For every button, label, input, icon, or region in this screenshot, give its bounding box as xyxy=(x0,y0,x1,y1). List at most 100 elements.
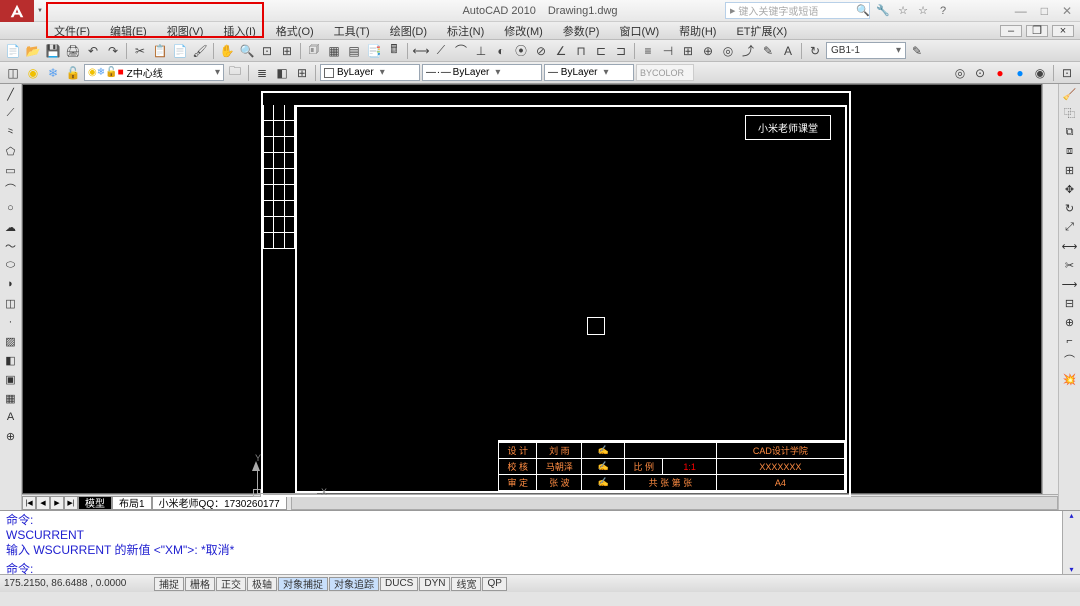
dim-arc-icon[interactable]: ⌒ xyxy=(452,42,470,60)
join-icon[interactable]: ⊕ xyxy=(1062,314,1078,330)
cmd-scrollbar[interactable]: ▴▾ xyxy=(1062,511,1080,574)
toggle-polar[interactable]: 极轴 xyxy=(247,577,277,591)
move-icon[interactable]: ✥ xyxy=(1062,181,1078,197)
minimize-button[interactable]: — xyxy=(1015,4,1027,18)
favorites-icon[interactable]: ☆ xyxy=(916,4,930,18)
dim-jogline-icon[interactable]: ⤴ xyxy=(739,42,757,60)
dim-style-icon[interactable]: ✎ xyxy=(908,42,926,60)
spline-icon[interactable]: 〜 xyxy=(3,238,19,254)
fillet-icon[interactable]: ⌒ xyxy=(1062,352,1078,368)
layer-lock-icon[interactable]: 🔓 xyxy=(64,64,82,82)
erase-icon[interactable]: 🧹 xyxy=(1062,86,1078,102)
menu-format[interactable]: 格式(O) xyxy=(266,23,324,39)
rotate-icon[interactable]: ↻ xyxy=(1062,200,1078,216)
dim-space-icon[interactable]: ≡ xyxy=(639,42,657,60)
addsel-icon[interactable]: ⊕ xyxy=(3,428,19,444)
undo-icon[interactable]: ↶ xyxy=(84,42,102,60)
menu-file[interactable]: 文件(F) xyxy=(44,23,100,39)
copy-icon[interactable]: 📋 xyxy=(151,42,169,60)
toggle-otrack[interactable]: 对象追踪 xyxy=(329,577,379,591)
dim-edit-icon[interactable]: ✎ xyxy=(759,42,777,60)
xline-icon[interactable]: ⟋ xyxy=(3,105,19,121)
toggle-grid[interactable]: 栅格 xyxy=(185,577,215,591)
dim-ang-icon[interactable]: ∠ xyxy=(552,42,570,60)
mtext-icon[interactable]: A xyxy=(3,409,19,425)
dim-linear-icon[interactable]: ⟷ xyxy=(412,42,430,60)
menu-dim[interactable]: 标注(N) xyxy=(437,23,494,39)
toggle-dyn[interactable]: DYN xyxy=(419,577,450,591)
zoom-prev-icon[interactable]: ⊞ xyxy=(278,42,296,60)
ellipsearc-icon[interactable]: ◗ xyxy=(3,276,19,292)
ellipse-icon[interactable]: ⬭ xyxy=(3,257,19,273)
layer-on-icon[interactable]: ◉ xyxy=(24,64,42,82)
toggle-ortho[interactable]: 正交 xyxy=(216,577,246,591)
menu-edit[interactable]: 编辑(E) xyxy=(100,23,157,39)
tab-next-button[interactable]: ▶ xyxy=(50,496,64,510)
render-btn3-icon[interactable]: ● xyxy=(991,64,1009,82)
mdi-minimize-button[interactable]: – xyxy=(1000,25,1022,37)
dim-ord-icon[interactable]: ⊥ xyxy=(472,42,490,60)
dim-update-icon[interactable]: ↻ xyxy=(806,42,824,60)
point-icon[interactable]: · xyxy=(3,314,19,330)
open-icon[interactable]: 📂 xyxy=(24,42,42,60)
menu-window[interactable]: 窗口(W) xyxy=(609,23,669,39)
toggle-osnap[interactable]: 对象捕捉 xyxy=(278,577,328,591)
linetype-selector[interactable]: — · — ByLayer xyxy=(422,64,542,81)
pan-icon[interactable]: ✋ xyxy=(218,42,236,60)
dim-center-icon[interactable]: ⊕ xyxy=(699,42,717,60)
lineweight-selector[interactable]: — ByLayer xyxy=(544,64,634,81)
extend-icon[interactable]: ⟶ xyxy=(1062,276,1078,292)
tab-layout1[interactable]: 布局1 xyxy=(112,496,152,510)
toggle-ducs[interactable]: DUCS xyxy=(380,577,418,591)
layer-merge-icon[interactable]: ⊞ xyxy=(293,64,311,82)
array-icon[interactable]: ⊞ xyxy=(1062,162,1078,178)
menu-draw[interactable]: 绘图(D) xyxy=(380,23,437,39)
help-icon[interactable]: ? xyxy=(936,4,950,18)
toggle-lwt[interactable]: 线宽 xyxy=(451,577,481,591)
favorites-icon[interactable]: ☆ xyxy=(896,4,910,18)
menu-modify[interactable]: 修改(M) xyxy=(494,23,553,39)
comm-center-icon[interactable]: 🔧 xyxy=(876,4,890,18)
chamfer-icon[interactable]: ⌐ xyxy=(1062,333,1078,349)
dim-base-icon[interactable]: ⊏ xyxy=(592,42,610,60)
zoom-icon[interactable]: 🔍 xyxy=(238,42,256,60)
new-icon[interactable]: 📄 xyxy=(4,42,22,60)
toggle-snap[interactable]: 捕捉 xyxy=(154,577,184,591)
break-icon[interactable]: ⊟ xyxy=(1062,295,1078,311)
polygon-icon[interactable]: ⬠ xyxy=(3,143,19,159)
dim-tedit-icon[interactable]: A xyxy=(779,42,797,60)
tab-model[interactable]: 模型 xyxy=(78,496,112,510)
table-icon[interactable]: ▦ xyxy=(3,390,19,406)
dim-quick-icon[interactable]: ⊓ xyxy=(572,42,590,60)
drawing-canvas[interactable]: 小米老师课堂 设 计刘 雨✍CAD设计学院 校 核马朝泽✍比 例1:1XXXXX… xyxy=(22,84,1042,494)
circle-icon[interactable]: ○ xyxy=(3,200,19,216)
mdi-close-button[interactable]: × xyxy=(1052,25,1074,37)
maximize-button[interactable]: □ xyxy=(1041,4,1048,18)
menu-param[interactable]: 参数(P) xyxy=(553,23,610,39)
search-icon[interactable]: 🔍 xyxy=(856,4,870,18)
menu-et[interactable]: ET扩展(X) xyxy=(726,23,797,39)
render-btn6-icon[interactable]: ⊡ xyxy=(1058,64,1076,82)
gradient-icon[interactable]: ◧ xyxy=(3,352,19,368)
layer-selector[interactable]: ◉❄🔓■ Z中心线 xyxy=(84,64,224,81)
trim-icon[interactable]: ✂ xyxy=(1062,257,1078,273)
dim-cont-icon[interactable]: ⊐ xyxy=(612,42,630,60)
calc-icon[interactable]: 🖩 xyxy=(385,42,403,60)
layer-props-icon[interactable]: ◫ xyxy=(4,64,22,82)
sheet-icon[interactable]: 📑 xyxy=(365,42,383,60)
explode-icon[interactable]: 💥 xyxy=(1062,371,1078,387)
zoom-win-icon[interactable]: ⊡ xyxy=(258,42,276,60)
close-button[interactable]: ✕ xyxy=(1062,4,1072,18)
pline-icon[interactable]: ⺀ xyxy=(3,124,19,140)
dim-jog-icon[interactable]: ⦿ xyxy=(512,42,530,60)
render-btn2-icon[interactable]: ⊙ xyxy=(971,64,989,82)
rect-icon[interactable]: ▭ xyxy=(3,162,19,178)
menu-help[interactable]: 帮助(H) xyxy=(669,23,726,39)
render-btn5-icon[interactable]: ◉ xyxy=(1031,64,1049,82)
menu-insert[interactable]: 插入(I) xyxy=(213,23,265,39)
render-btn1-icon[interactable]: ◎ xyxy=(951,64,969,82)
save-icon[interactable]: 💾 xyxy=(44,42,62,60)
render-btn4-icon[interactable]: ● xyxy=(1011,64,1029,82)
canvas-vscrollbar[interactable] xyxy=(1042,84,1058,494)
arc-icon[interactable]: ⌒ xyxy=(3,181,19,197)
